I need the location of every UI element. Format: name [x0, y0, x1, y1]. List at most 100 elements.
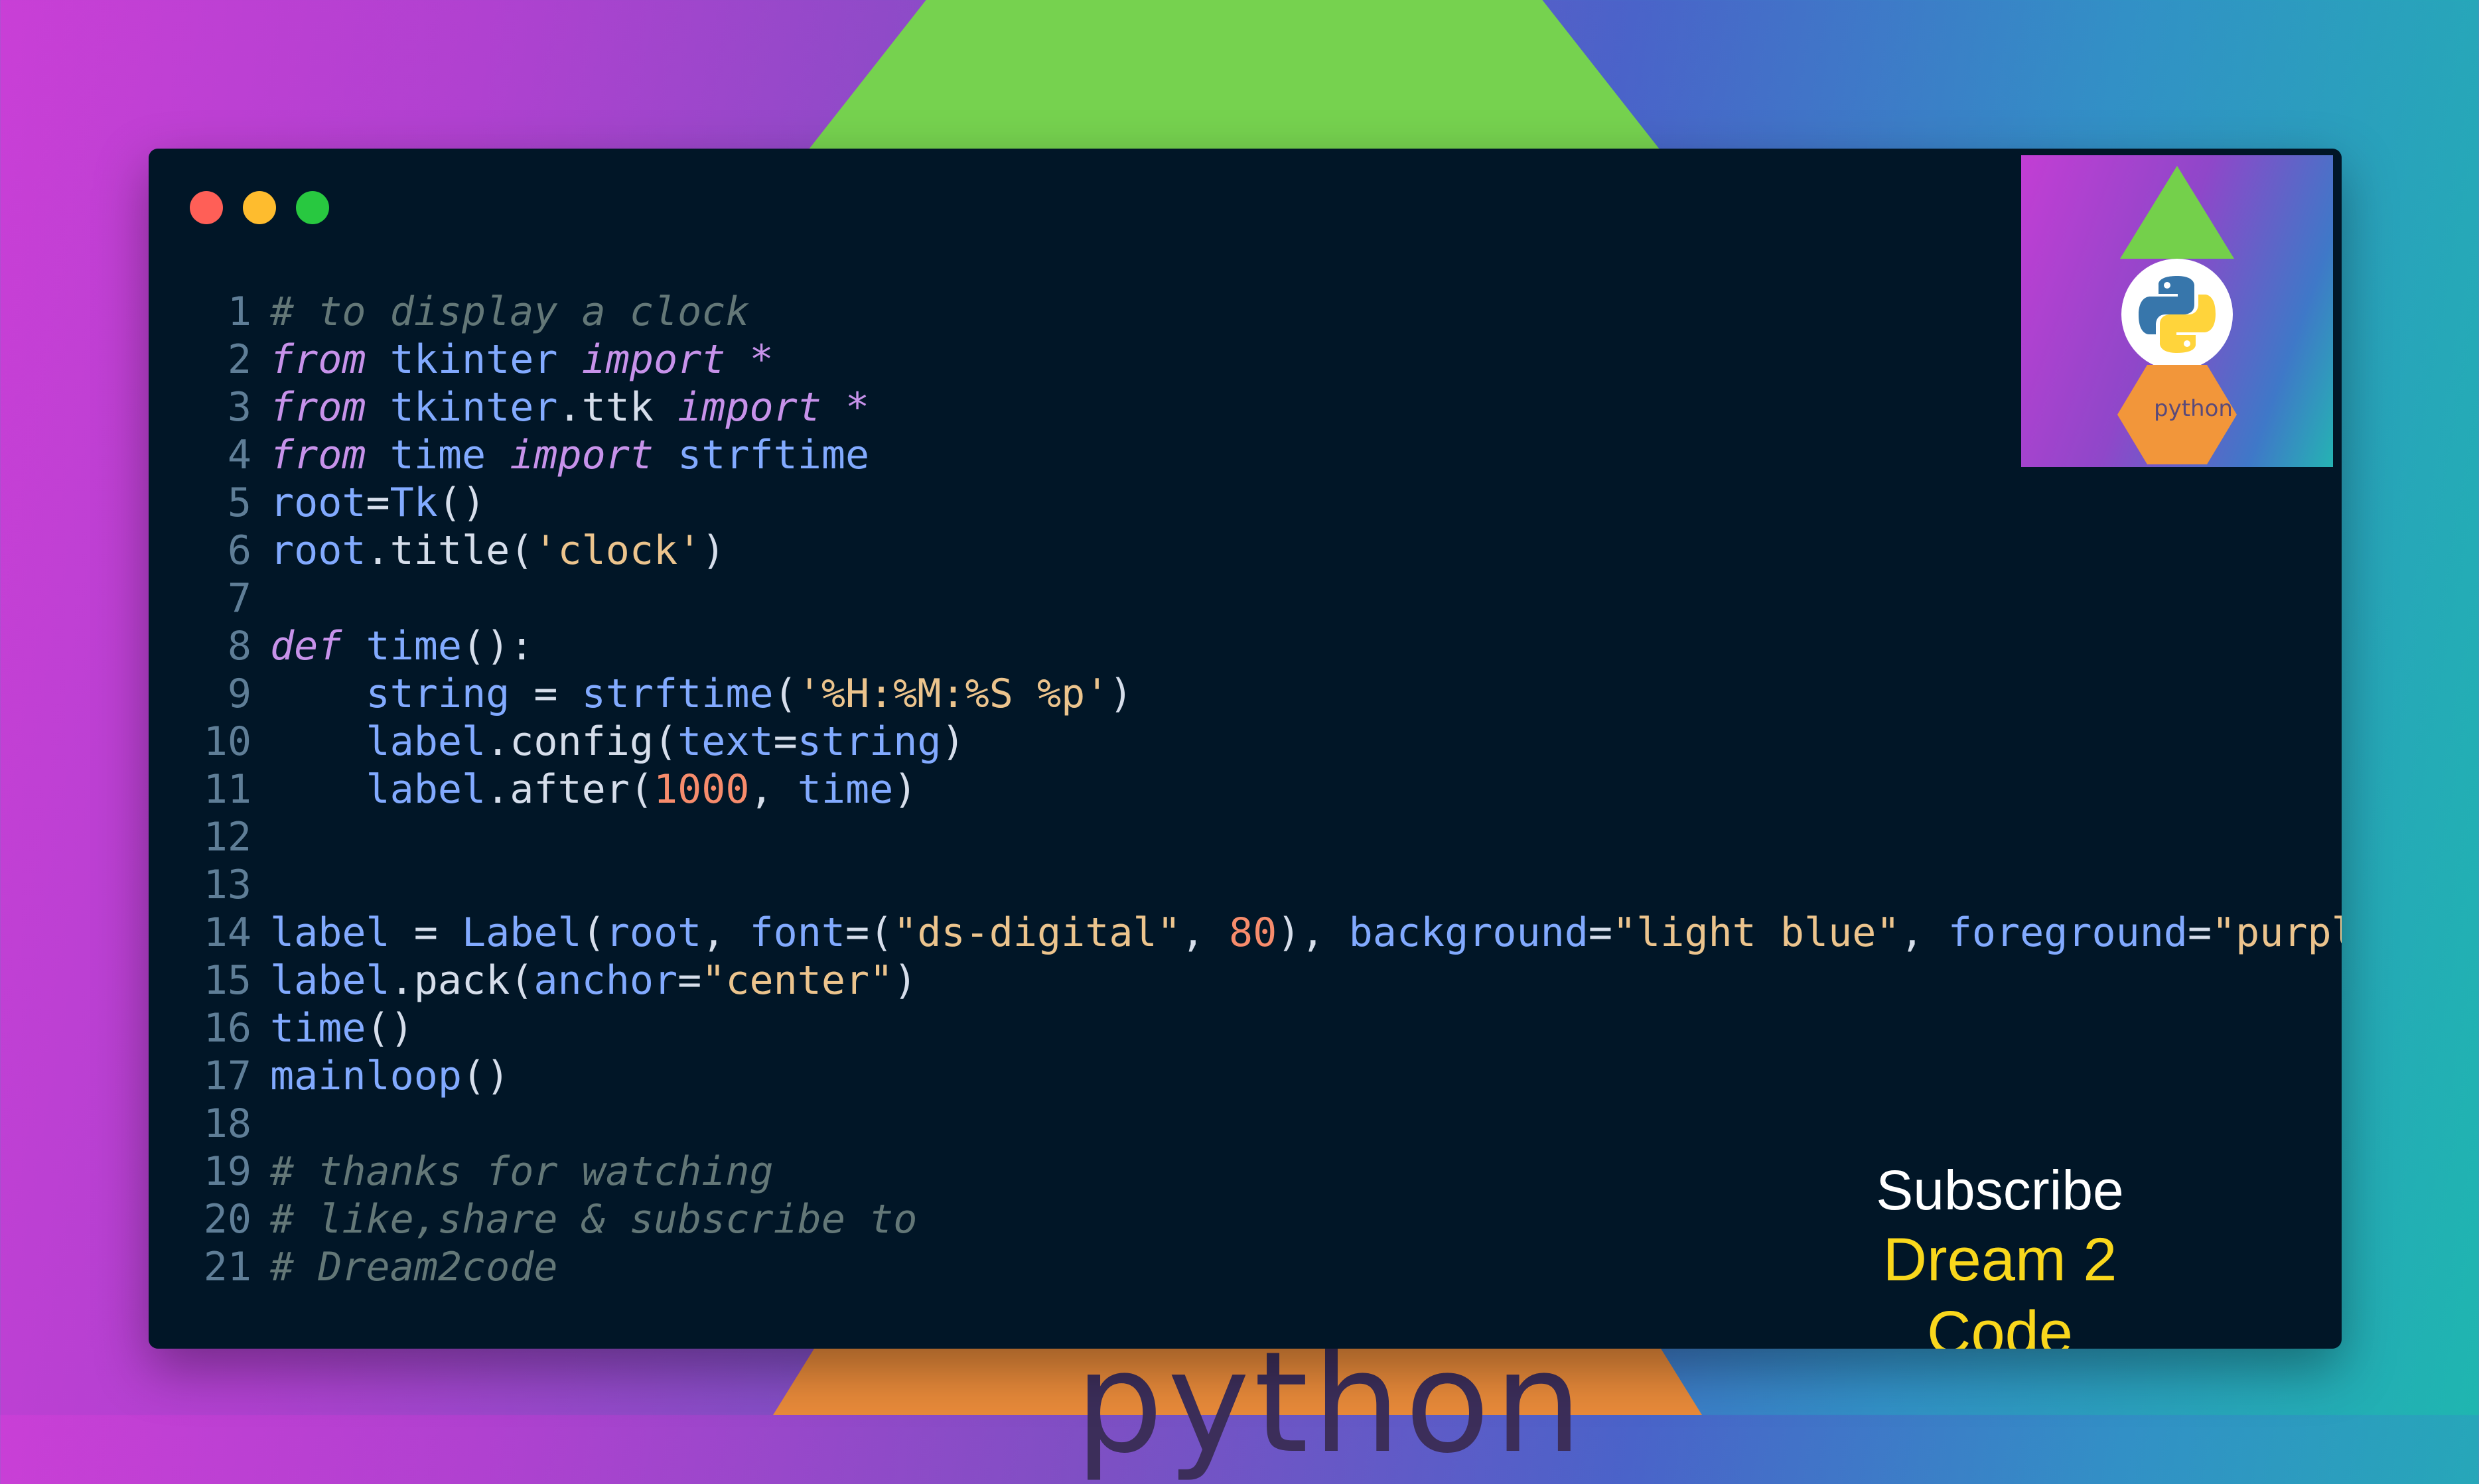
- green-triangle-shape: [2120, 166, 2234, 259]
- code-token: title: [390, 527, 510, 574]
- code-line[interactable]: 4 from time import strftime: [149, 431, 2342, 479]
- code-token: # thanks for watching: [270, 1148, 774, 1195]
- code-token: import: [677, 384, 821, 431]
- code-token: =: [773, 718, 798, 765]
- code-token: (: [510, 527, 534, 574]
- code-line[interactable]: 16 time(): [149, 1004, 2342, 1052]
- code-line[interactable]: 6 root.title('clock'): [149, 527, 2342, 574]
- code-line[interactable]: 2 from tkinter import *: [149, 336, 2342, 383]
- code-line[interactable]: 9 string = strftime('%H:%M:%S %p'): [149, 670, 2342, 718]
- window-controls: [190, 191, 329, 224]
- code-token: *: [821, 384, 870, 431]
- code-token: 80: [1228, 910, 1277, 956]
- code-token: "purple": [2212, 910, 2342, 956]
- code-editor[interactable]: 1 # to display a clock 2 from tkinter impor…: [149, 288, 2342, 1291]
- code-token: Label: [462, 910, 582, 956]
- minimize-button[interactable]: [243, 191, 276, 224]
- code-line[interactable]: 8 def time():: [149, 622, 2342, 670]
- code-token: Tk: [390, 480, 438, 526]
- code-token: ():: [462, 623, 534, 669]
- code-token: (: [510, 957, 534, 1004]
- code-token: time: [366, 432, 510, 478]
- code-token: *: [725, 336, 774, 383]
- code-token: ): [893, 957, 918, 1004]
- code-token: ): [893, 766, 918, 813]
- code-token: =(: [845, 910, 894, 956]
- code-text: time(): [270, 1004, 414, 1052]
- code-text: from tkinter import *: [270, 336, 774, 383]
- code-token: (: [581, 910, 606, 956]
- code-line[interactable]: 11 label.after(1000, time): [149, 766, 2342, 813]
- code-line[interactable]: 1 # to display a clock: [149, 288, 2342, 336]
- code-token: # to display a clock: [270, 289, 750, 335]
- line-number: 3: [227, 384, 251, 431]
- code-token: (): [461, 1053, 510, 1099]
- code-token: .: [366, 527, 390, 574]
- code-token: ,: [1180, 910, 1229, 956]
- code-token: ,: [749, 766, 798, 813]
- code-text: from tkinter.ttk import *: [270, 383, 869, 431]
- code-text: from time import strftime: [270, 431, 869, 479]
- code-token: '%H:%M:%S %p': [797, 671, 1109, 717]
- code-line[interactable]: 17 mainloop(): [149, 1052, 2342, 1100]
- code-token: root: [270, 527, 366, 574]
- code-line[interactable]: 10 label.config(text=string): [149, 718, 2342, 766]
- code-line[interactable]: 7: [149, 574, 2342, 622]
- line-number: 10: [203, 718, 251, 765]
- code-token: label: [270, 718, 486, 765]
- code-line[interactable]: 3 from tkinter.ttk import *: [149, 383, 2342, 431]
- line-number: 14: [203, 910, 251, 956]
- code-token: def: [270, 623, 342, 669]
- code-text: # thanks for watching: [270, 1148, 774, 1195]
- code-line[interactable]: 15 label.pack(anchor="center"): [149, 957, 2342, 1004]
- code-token: root: [270, 480, 366, 526]
- code-token: =: [413, 910, 462, 956]
- line-number: 21: [203, 1244, 251, 1290]
- code-token: label: [270, 910, 414, 956]
- code-token: tkinter: [366, 384, 558, 431]
- code-line[interactable]: 18: [149, 1100, 2342, 1148]
- maximize-button[interactable]: [296, 191, 329, 224]
- line-number: 20: [203, 1196, 251, 1243]
- code-token: # Dream2code: [270, 1244, 558, 1290]
- code-line[interactable]: 5 root=Tk(): [149, 479, 2342, 527]
- python-thumbnail: python: [2021, 155, 2333, 467]
- code-text: label = Label(root, font=("ds-digital", …: [270, 909, 2342, 957]
- code-line[interactable]: 13: [149, 861, 2342, 909]
- code-line[interactable]: 14 label = Label(root, font=("ds-digital"…: [149, 909, 2342, 957]
- line-number: 7: [227, 575, 251, 622]
- code-token: time: [797, 766, 894, 813]
- code-token: ,: [1900, 910, 1948, 956]
- code-text: label.pack(anchor="center"): [270, 957, 917, 1004]
- code-text: # to display a clock: [270, 288, 749, 336]
- line-number: 11: [203, 766, 251, 813]
- code-text: mainloop(): [270, 1052, 510, 1100]
- line-number: 8: [227, 623, 251, 669]
- code-text: root=Tk(): [270, 479, 486, 527]
- code-token: foreground: [1948, 910, 2188, 956]
- subscribe-label: Subscribe: [1876, 1159, 2124, 1221]
- code-token: from: [270, 432, 366, 478]
- code-token: ): [701, 527, 726, 574]
- line-number: 6: [227, 527, 251, 574]
- line-number: 2: [227, 336, 251, 383]
- code-token: from: [270, 336, 366, 383]
- close-button[interactable]: [190, 191, 223, 224]
- code-token: ),: [1277, 910, 1349, 956]
- code-token: .: [486, 766, 510, 813]
- code-token: (: [629, 766, 654, 813]
- code-text: def time():: [270, 622, 533, 670]
- code-token: pack: [413, 957, 510, 1004]
- code-token: 1000: [653, 766, 750, 813]
- line-number: 18: [203, 1101, 251, 1147]
- code-token: =: [2187, 910, 2212, 956]
- code-token: text: [677, 718, 774, 765]
- background-python-text: python: [1075, 1321, 1587, 1484]
- code-line[interactable]: 12: [149, 813, 2342, 861]
- code-token: label: [270, 957, 390, 1004]
- code-token: strftime: [654, 432, 870, 478]
- code-text: # like,share & subscribe to: [270, 1195, 917, 1243]
- code-token: # like,share & subscribe to: [270, 1196, 918, 1243]
- python-logo-icon: [2121, 259, 2233, 370]
- code-token: (: [653, 718, 678, 765]
